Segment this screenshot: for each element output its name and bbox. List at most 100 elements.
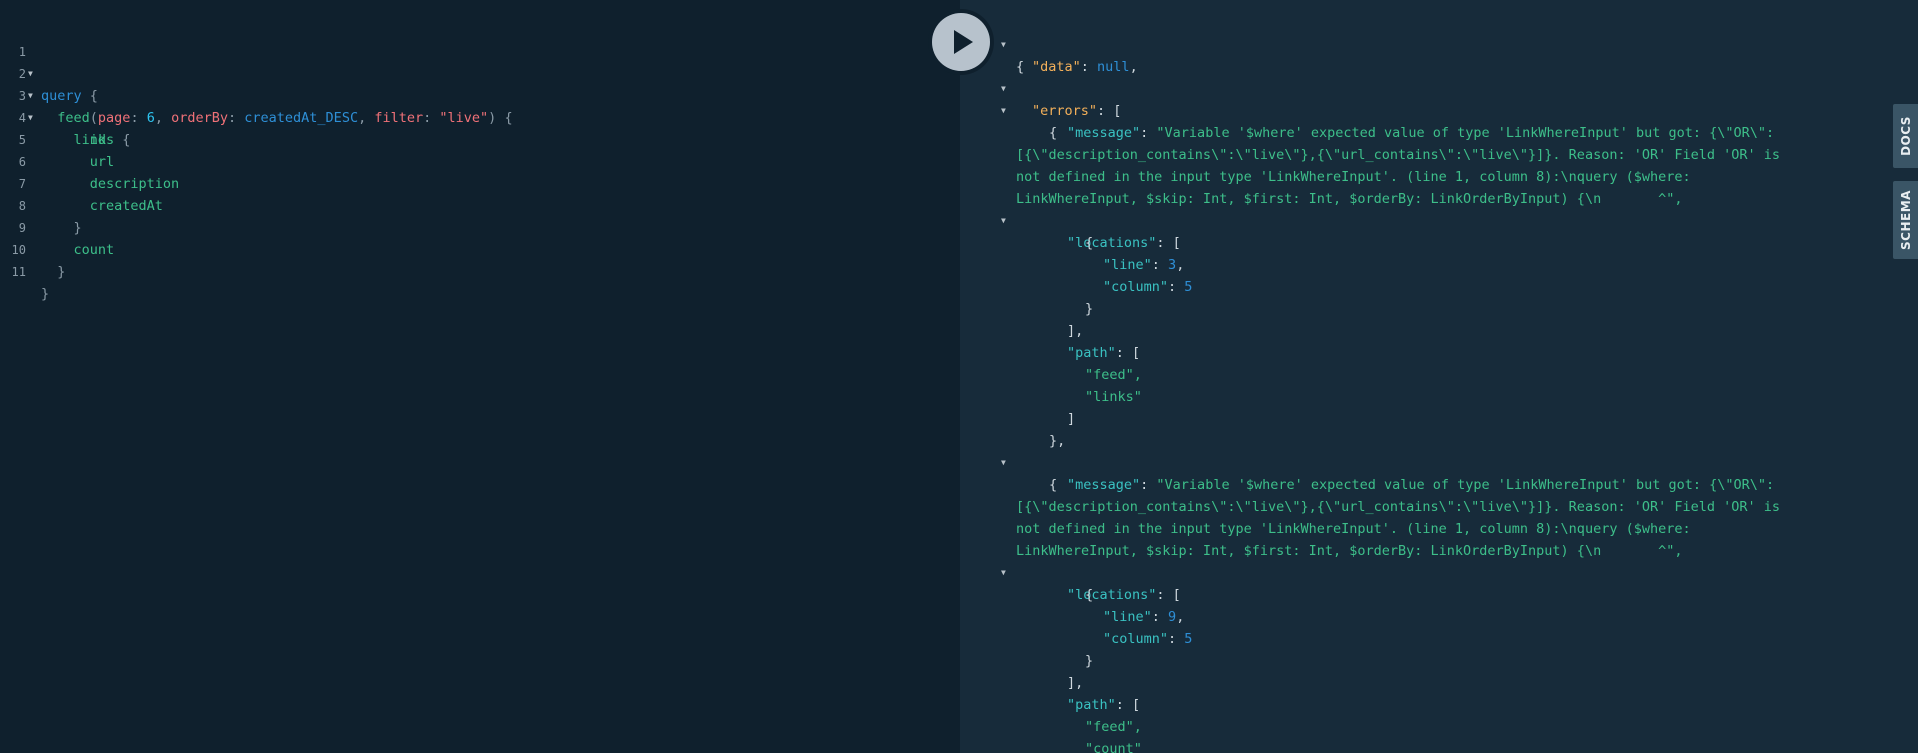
json-string: not defined in the input type 'LinkWhere… bbox=[1016, 169, 1691, 185]
result-line: } bbox=[1085, 301, 1094, 317]
json-string: "links" bbox=[1085, 389, 1142, 405]
brace: { bbox=[122, 132, 131, 148]
json-null: null bbox=[1097, 59, 1130, 75]
brace: } bbox=[41, 286, 50, 302]
json-string: not defined in the input type 'LinkWhere… bbox=[1016, 521, 1691, 537]
json-string: "count" bbox=[1085, 741, 1142, 753]
editor-line: 7 createdAt bbox=[0, 151, 163, 214]
field-name: createdAt bbox=[89, 198, 163, 214]
fold-arrow-icon[interactable]: ▼ bbox=[1001, 562, 1006, 584]
arg-value: "live" bbox=[439, 110, 489, 126]
query-keyword: query bbox=[41, 88, 82, 104]
field-name: description bbox=[89, 176, 180, 192]
paren: ) bbox=[488, 110, 497, 126]
docs-tab-label: DOCS bbox=[1898, 116, 1913, 156]
json-key: "locations" bbox=[1067, 587, 1157, 603]
brace: } bbox=[73, 220, 82, 236]
run-query-button[interactable] bbox=[928, 9, 994, 75]
run-button-face[interactable] bbox=[932, 13, 990, 71]
editor-line: 2 ▼ feed(page: 6, orderBy: createdAt_DES… bbox=[0, 41, 513, 126]
json-key: "column" bbox=[1103, 631, 1169, 647]
json-number: 9 bbox=[1168, 609, 1177, 625]
fold-arrow-icon[interactable]: ▼ bbox=[1001, 78, 1006, 100]
editor-line: 11 } bbox=[0, 239, 50, 302]
result-line: [{\"description_contains\":\"live\"},{\"… bbox=[960, 474, 1780, 515]
result-line: [{\"description_contains\":\"live\"},{\"… bbox=[960, 122, 1780, 163]
result-line: "column": 5 bbox=[1103, 279, 1193, 295]
editor-line: 4 id bbox=[0, 85, 106, 148]
json-key: "path" bbox=[1067, 697, 1116, 713]
json-string: LinkWhereInput, $skip: Int, $first: Int,… bbox=[1016, 543, 1683, 559]
json-key: "message" bbox=[1067, 477, 1141, 493]
line-number: 11 bbox=[11, 265, 26, 279]
schema-tab[interactable]: SCHEMA bbox=[1893, 181, 1918, 259]
result-line: not defined in the input type 'LinkWhere… bbox=[960, 496, 1691, 537]
result-line: "line": 9, bbox=[1103, 609, 1185, 625]
arg-name: filter bbox=[374, 110, 424, 126]
result-line: }, bbox=[1049, 433, 1066, 449]
result-line: "links" bbox=[960, 364, 1142, 405]
result-line: { bbox=[1085, 235, 1094, 251]
json-key: "column" bbox=[1103, 279, 1169, 295]
json-string: [{\"description_contains\":\"live\"},{\"… bbox=[1016, 499, 1781, 515]
brace: } bbox=[57, 264, 66, 280]
result-line: "path": [ bbox=[1067, 345, 1141, 361]
json-string: "Variable '$where' expected value of typ… bbox=[1156, 477, 1775, 493]
result-line: ] bbox=[960, 738, 993, 753]
json-key: "locations" bbox=[1067, 235, 1157, 251]
fold-arrow-icon[interactable]: ▼ bbox=[1001, 452, 1006, 474]
brace: { bbox=[89, 88, 98, 104]
editor-line: 8 } bbox=[0, 173, 82, 236]
result-line: "path": [ bbox=[1067, 697, 1141, 713]
json-number: 3 bbox=[1168, 257, 1177, 273]
editor-line: 3 ▼ links { bbox=[0, 63, 131, 148]
result-line: "line": 3, bbox=[1103, 257, 1185, 273]
docs-tab[interactable]: DOCS bbox=[1893, 104, 1918, 168]
result-line: ▼ { bbox=[960, 430, 1057, 493]
json-key: "line" bbox=[1103, 257, 1152, 273]
paren: ( bbox=[89, 110, 98, 126]
fold-arrow-icon[interactable]: ▼ bbox=[1001, 210, 1006, 232]
editor-line: 5 url bbox=[0, 107, 114, 170]
json-string: "feed", bbox=[1085, 719, 1142, 735]
json-string: LinkWhereInput, $skip: Int, $first: Int,… bbox=[1016, 191, 1683, 207]
result-line: LinkWhereInput, $skip: Int, $first: Int,… bbox=[960, 166, 1682, 207]
result-line: ] bbox=[1067, 411, 1076, 427]
editor-line: 10 } bbox=[0, 217, 66, 280]
fold-arrow-icon[interactable]: ▼ bbox=[1001, 34, 1006, 56]
json-key: "message" bbox=[1067, 125, 1141, 141]
arg-name: orderBy bbox=[171, 110, 229, 126]
editor-line: 6 description bbox=[0, 129, 179, 192]
field-name: feed bbox=[57, 110, 90, 126]
query-editor[interactable]: 1 ▼ query { 2 ▼ feed(page: 6, orderBy: c… bbox=[0, 0, 960, 753]
result-line: LinkWhereInput, $skip: Int, $first: Int,… bbox=[960, 518, 1682, 559]
field-name: count bbox=[73, 242, 115, 258]
brace: { bbox=[504, 110, 513, 126]
result-line: not defined in the input type 'LinkWhere… bbox=[960, 144, 1691, 185]
result-line: ], bbox=[1067, 675, 1084, 691]
arg-value: createdAt_DESC bbox=[244, 110, 359, 126]
json-string: "feed", bbox=[1085, 367, 1142, 383]
json-key: "path" bbox=[1067, 345, 1116, 361]
json-key: "data" bbox=[1032, 59, 1081, 75]
result-line: ], bbox=[1067, 323, 1084, 339]
result-line: "message": "Variable '$where' expected v… bbox=[1067, 125, 1775, 141]
result-line: } bbox=[1085, 653, 1094, 669]
json-key: "line" bbox=[1103, 609, 1152, 625]
play-icon bbox=[954, 30, 973, 54]
field-name: url bbox=[89, 154, 115, 170]
field-name: id bbox=[89, 132, 107, 148]
result-line: "feed", bbox=[960, 342, 1142, 383]
result-line: ▼ { bbox=[960, 78, 1057, 141]
result-line: ▼ "locations": [ bbox=[960, 540, 1181, 603]
result-line: { bbox=[1085, 587, 1094, 603]
json-key: "errors" bbox=[1032, 103, 1098, 119]
result-line: "column": 5 bbox=[1103, 631, 1193, 647]
editor-line: 1 ▼ query { bbox=[0, 19, 98, 104]
result-viewer[interactable]: ▼ { "data": null, ▼ "errors": [ ▼ { "mes… bbox=[960, 0, 1888, 753]
arg-name: page bbox=[97, 110, 131, 126]
schema-tab-label: SCHEMA bbox=[1898, 190, 1913, 250]
json-string: [{\"description_contains\":\"live\"},{\"… bbox=[1016, 147, 1781, 163]
fold-arrow-icon[interactable]: ▼ bbox=[1001, 100, 1006, 122]
result-line: "message": "Variable '$where' expected v… bbox=[1067, 477, 1775, 493]
